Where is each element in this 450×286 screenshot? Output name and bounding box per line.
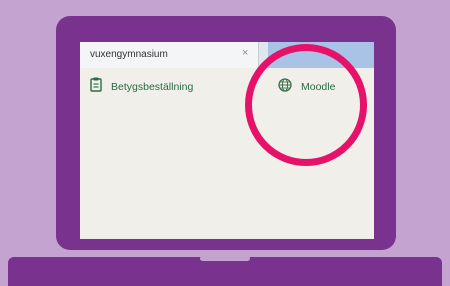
laptop-base xyxy=(8,257,442,286)
favorite-betygsbestallning[interactable]: Betygsbeställning xyxy=(90,77,194,97)
close-icon[interactable]: × xyxy=(242,47,248,59)
tab-title: vuxengymnasium xyxy=(90,49,168,60)
clipboard-icon xyxy=(90,77,102,97)
tab-vuxengymnasium[interactable]: vuxengymnasium × xyxy=(80,42,259,68)
laptop-hinge-notch xyxy=(200,256,250,261)
favorite-label: Betygsbeställning xyxy=(111,81,194,93)
highlight-circle xyxy=(245,44,367,166)
